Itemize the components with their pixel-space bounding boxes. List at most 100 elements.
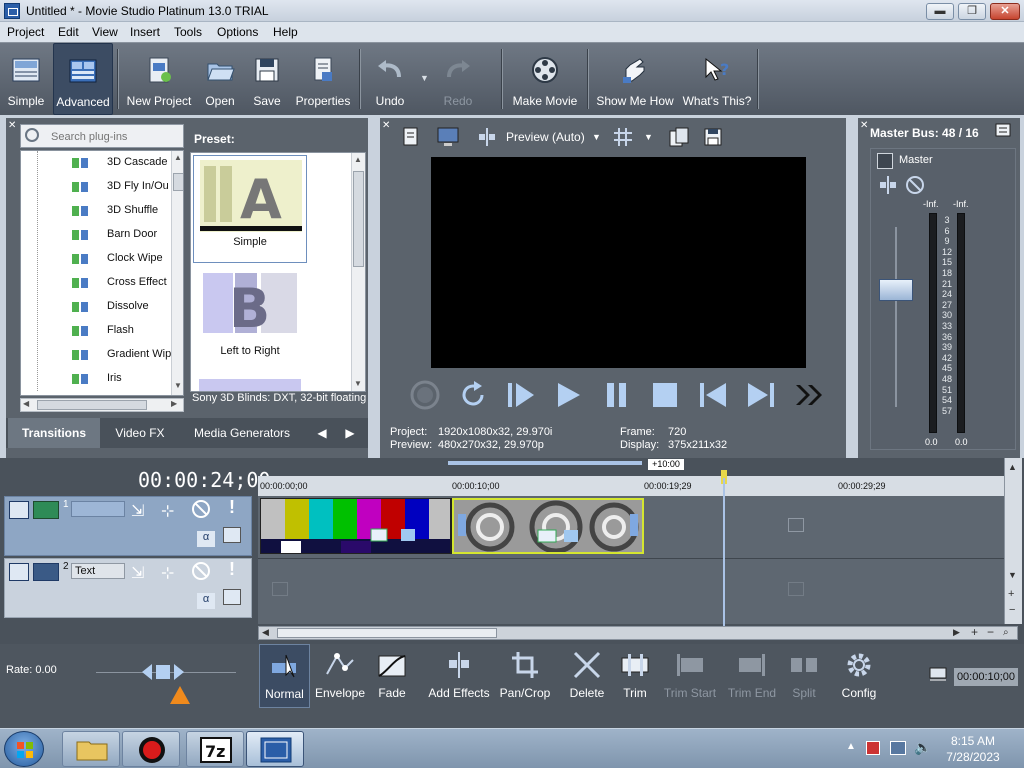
preview-properties-icon[interactable] (400, 126, 422, 148)
preview-quality-select[interactable]: Preview (Auto) (506, 130, 585, 144)
whats-this-button[interactable]: ? What's This? (680, 43, 754, 115)
track-collapse-icon[interactable] (9, 501, 29, 519)
track-fx-icon[interactable]: ⊹ (161, 563, 174, 583)
solo-track-icon[interactable]: ! (229, 559, 235, 580)
scroll-up-icon[interactable]: ▲ (174, 153, 182, 162)
maximize-button[interactable]: ❐ (958, 3, 986, 20)
minimize-button[interactable]: ▬ (926, 3, 954, 20)
grid-dropdown-icon[interactable]: ▼ (644, 132, 653, 142)
track-name-field[interactable] (71, 501, 125, 517)
playhead-cursor[interactable] (723, 478, 725, 626)
stop-icon[interactable] (648, 378, 682, 412)
mute-track-icon[interactable] (191, 561, 211, 581)
volume-icon[interactable]: 🔈 (914, 739, 931, 756)
track-fx-icon[interactable]: ⊹ (161, 501, 174, 521)
scroll-up-icon[interactable]: ▲ (354, 155, 362, 164)
config-button[interactable]: Config (836, 644, 882, 708)
zoom-out-time-icon[interactable]: − (987, 625, 994, 639)
rate-slider-arrows-icon[interactable] (140, 662, 186, 682)
simple-view-button[interactable]: Simple (2, 43, 50, 115)
mixer-properties-icon[interactable] (994, 122, 1012, 138)
timeline-vertical-scrollbar[interactable]: ▲ ▼ + − (1004, 458, 1022, 624)
compositing-mode-icon[interactable]: α (197, 531, 215, 547)
loop-playback-icon[interactable] (456, 378, 490, 412)
loop-region-bar[interactable] (448, 461, 642, 465)
timeline-horizontal-scrollbar[interactable]: ◀ ▶ + − ⌕ (258, 625, 1018, 640)
tree-item[interactable]: Iris (21, 367, 171, 391)
scroll-left-icon[interactable]: ◀ (262, 627, 269, 638)
preset-third[interactable]: D (193, 375, 307, 391)
rate-slider-handle[interactable] (168, 684, 192, 706)
tree-item[interactable]: Cross Effect (21, 271, 171, 295)
master-fx-icon[interactable] (877, 153, 893, 169)
track-name-field[interactable]: Text (71, 563, 125, 579)
pan-crop-button[interactable]: Pan/Crop (498, 644, 552, 708)
menu-project[interactable]: Project (7, 25, 44, 39)
menu-insert[interactable]: Insert (130, 25, 160, 39)
scroll-thumb[interactable] (173, 173, 183, 191)
clip-color-bars[interactable] (260, 498, 452, 554)
external-monitor-icon[interactable] (436, 126, 460, 148)
zoom-in-vertical-icon[interactable]: + (1008, 588, 1014, 600)
delete-button[interactable]: Delete (566, 644, 608, 708)
preview-quality-dropdown-icon[interactable]: ▼ (592, 132, 601, 142)
scroll-down-icon[interactable]: ▼ (1008, 570, 1017, 580)
close-panel-icon[interactable]: ✕ (382, 120, 390, 131)
track-collapse-icon[interactable] (9, 563, 29, 581)
tree-item[interactable]: Clock Wipe (21, 247, 171, 271)
fade-tool[interactable]: Fade (370, 644, 414, 708)
track-motion-icon[interactable]: ⇲ (131, 563, 144, 583)
taskbar-explorer[interactable] (62, 731, 120, 767)
menu-help[interactable]: Help (273, 25, 298, 39)
tree-item[interactable]: 3D Cascade (21, 151, 171, 175)
scroll-up-icon[interactable]: ▲ (1008, 462, 1017, 472)
advanced-view-button[interactable]: Advanced (53, 43, 113, 115)
zoom-in-time-icon[interactable]: + (971, 625, 978, 639)
new-project-button[interactable]: New Project (124, 43, 194, 115)
show-me-how-button[interactable]: Show Me How (594, 43, 676, 115)
preset-simple[interactable]: A Simple (193, 155, 307, 263)
timeline-ruler[interactable]: 00:00:00;00 00:00:10;00 00:00:19;29 00:0… (258, 476, 1004, 498)
make-movie-button[interactable]: Make Movie (508, 43, 582, 115)
add-effects-button[interactable]: Add Effects (428, 644, 490, 708)
open-button[interactable]: Open (198, 43, 242, 115)
master-insert-fx-icon[interactable] (877, 175, 899, 195)
pause-icon[interactable] (600, 378, 634, 412)
close-button[interactable]: ✕ (990, 3, 1020, 20)
go-to-start-icon[interactable] (696, 378, 730, 412)
scroll-left-icon[interactable]: ◀ (23, 399, 29, 408)
envelope-edit-tool[interactable]: Envelope (314, 644, 366, 708)
preset-scrollbar[interactable]: ▲ ▼ (351, 153, 365, 391)
action-center-icon[interactable] (866, 741, 880, 755)
undo-dropdown-icon[interactable]: ▼ (420, 73, 429, 83)
play-icon[interactable] (552, 378, 586, 412)
show-hidden-icons[interactable]: ▲ (846, 741, 856, 752)
track-header-1[interactable]: 1 ⇲ ⊹ ! α (4, 496, 252, 556)
scroll-down-icon[interactable]: ▼ (354, 379, 362, 388)
grid-overlay-icon[interactable] (612, 126, 634, 148)
tab-transitions[interactable]: Transitions (8, 418, 100, 448)
track-area[interactable] (258, 496, 1004, 624)
go-to-end-icon[interactable] (744, 378, 778, 412)
save-snapshot-icon[interactable] (702, 126, 724, 148)
more-transport-icon[interactable] (792, 378, 826, 412)
tree-item[interactable]: Flash (21, 319, 171, 343)
plugin-search-input[interactable] (51, 129, 161, 145)
record-button-icon[interactable] (408, 378, 442, 412)
play-from-start-icon[interactable] (504, 378, 538, 412)
solo-track-icon[interactable]: ! (229, 497, 235, 518)
tree-item[interactable]: Dissolve (21, 295, 171, 319)
tree-item[interactable]: Gradient Wip (21, 343, 171, 367)
clip-spiral-selected[interactable] (452, 498, 644, 554)
taskbar-movie-studio[interactable] (246, 731, 304, 767)
normal-edit-tool[interactable]: Normal (259, 644, 310, 708)
scroll-right-icon[interactable]: ▶ (171, 399, 177, 408)
taskbar-recorder[interactable] (122, 731, 180, 767)
close-panel-icon[interactable]: ✕ (8, 120, 16, 131)
scroll-thumb[interactable] (353, 171, 364, 267)
tab-scroll-left-icon[interactable]: ◀ (310, 418, 334, 448)
make-compositing-child-icon[interactable] (223, 589, 241, 605)
tree-item[interactable]: Barn Door (21, 223, 171, 247)
save-button[interactable]: Save (246, 43, 288, 115)
zoom-tool-icon[interactable]: ⌕ (1003, 627, 1009, 638)
